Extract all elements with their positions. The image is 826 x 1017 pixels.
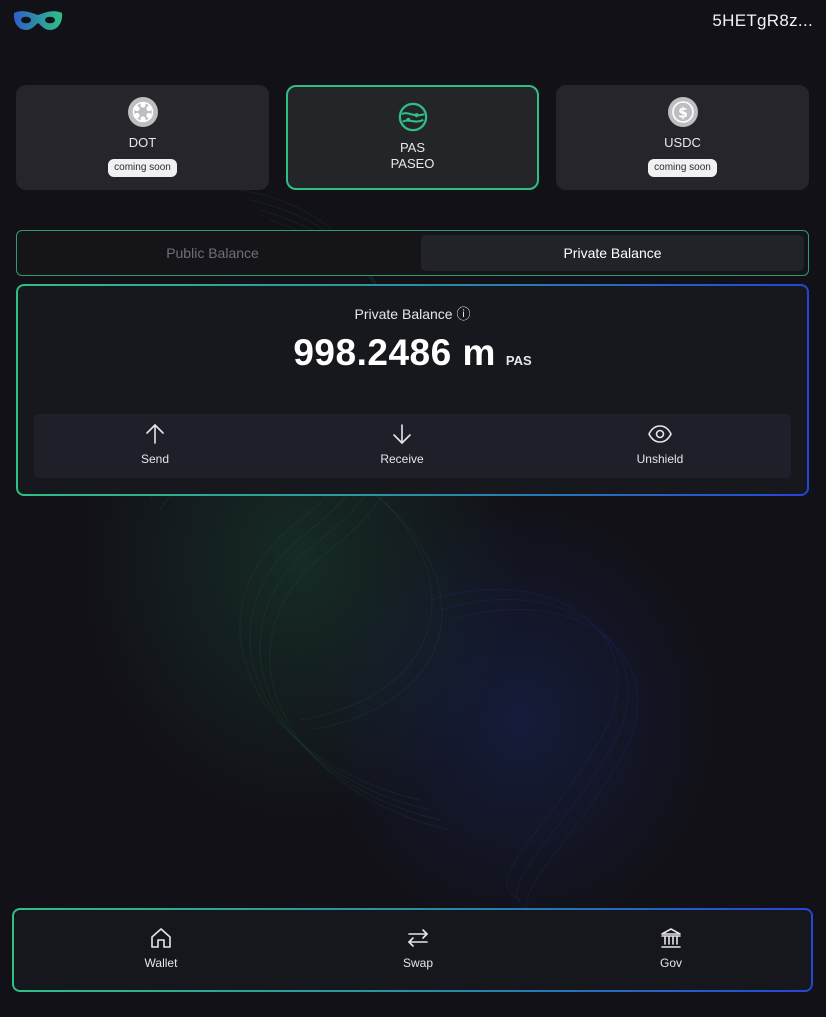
info-icon[interactable]: ⓘ [456,306,470,322]
nav-label-gov: Gov [659,956,682,970]
balance-title: Private Balance ⓘ [18,304,807,324]
paseo-icon [398,102,427,132]
nav-item-gov[interactable]: Gov [611,910,731,990]
token-symbol: DOT [128,135,157,150]
send-label: Send [140,452,170,466]
token-card-usdc[interactable]: $ USDC coming soon [556,85,809,190]
balance-actions: Send Receive Unshield [34,414,791,478]
unshield-label: Unshield [636,452,684,466]
token-symbol: PAS [399,140,426,155]
nav-item-wallet[interactable]: Wallet [101,910,221,990]
bottom-navigation: Wallet Swap Gov [12,908,813,992]
account-address[interactable]: 5HETgR8z... [712,11,813,31]
balance-title-text: Private Balance [354,306,453,322]
balance-toggle: Public Balance Private Balance [16,230,809,276]
receive-button[interactable]: Receive [332,414,472,478]
token-symbol: USDC [664,135,701,150]
nav-label-swap: Swap [402,956,434,970]
token-card-dot[interactable]: DOT coming soon [16,85,269,190]
mask-logo-icon[interactable] [12,8,64,34]
send-button[interactable]: Send [85,414,225,478]
receive-label: Receive [380,452,424,466]
balance-card: Private Balance ⓘ 998.2486 m PAS Send Re… [16,284,809,496]
arrow-up-icon [146,424,164,444]
token-selector: DOT coming soon PAS PASEO $ USDC coming … [16,85,809,190]
home-icon [151,928,171,948]
balance-unit: PAS [505,353,532,368]
bank-icon [661,928,681,948]
balance-amount-row: 998.2486 m PAS [18,332,807,374]
eye-icon [648,425,672,443]
token-card-pas[interactable]: PAS PASEO [286,85,539,190]
nav-label-wallet: Wallet [144,956,178,970]
arrow-down-icon [393,424,411,444]
svg-text:$: $ [678,106,688,122]
token-network: PASEO [390,156,435,171]
tab-private-balance[interactable]: Private Balance [421,235,804,271]
unshield-button[interactable]: Unshield [590,414,730,478]
swap-arrows-icon [408,929,428,947]
balance-amount: 998.2486 m [293,332,496,373]
nav-item-swap[interactable]: Swap [358,910,478,990]
coming-soon-badge: coming soon [648,159,717,177]
polkadot-icon [127,97,158,127]
dollar-coin-icon: $ [667,97,698,127]
coming-soon-badge: coming soon [108,159,177,177]
tab-public-balance[interactable]: Public Balance [21,235,404,271]
